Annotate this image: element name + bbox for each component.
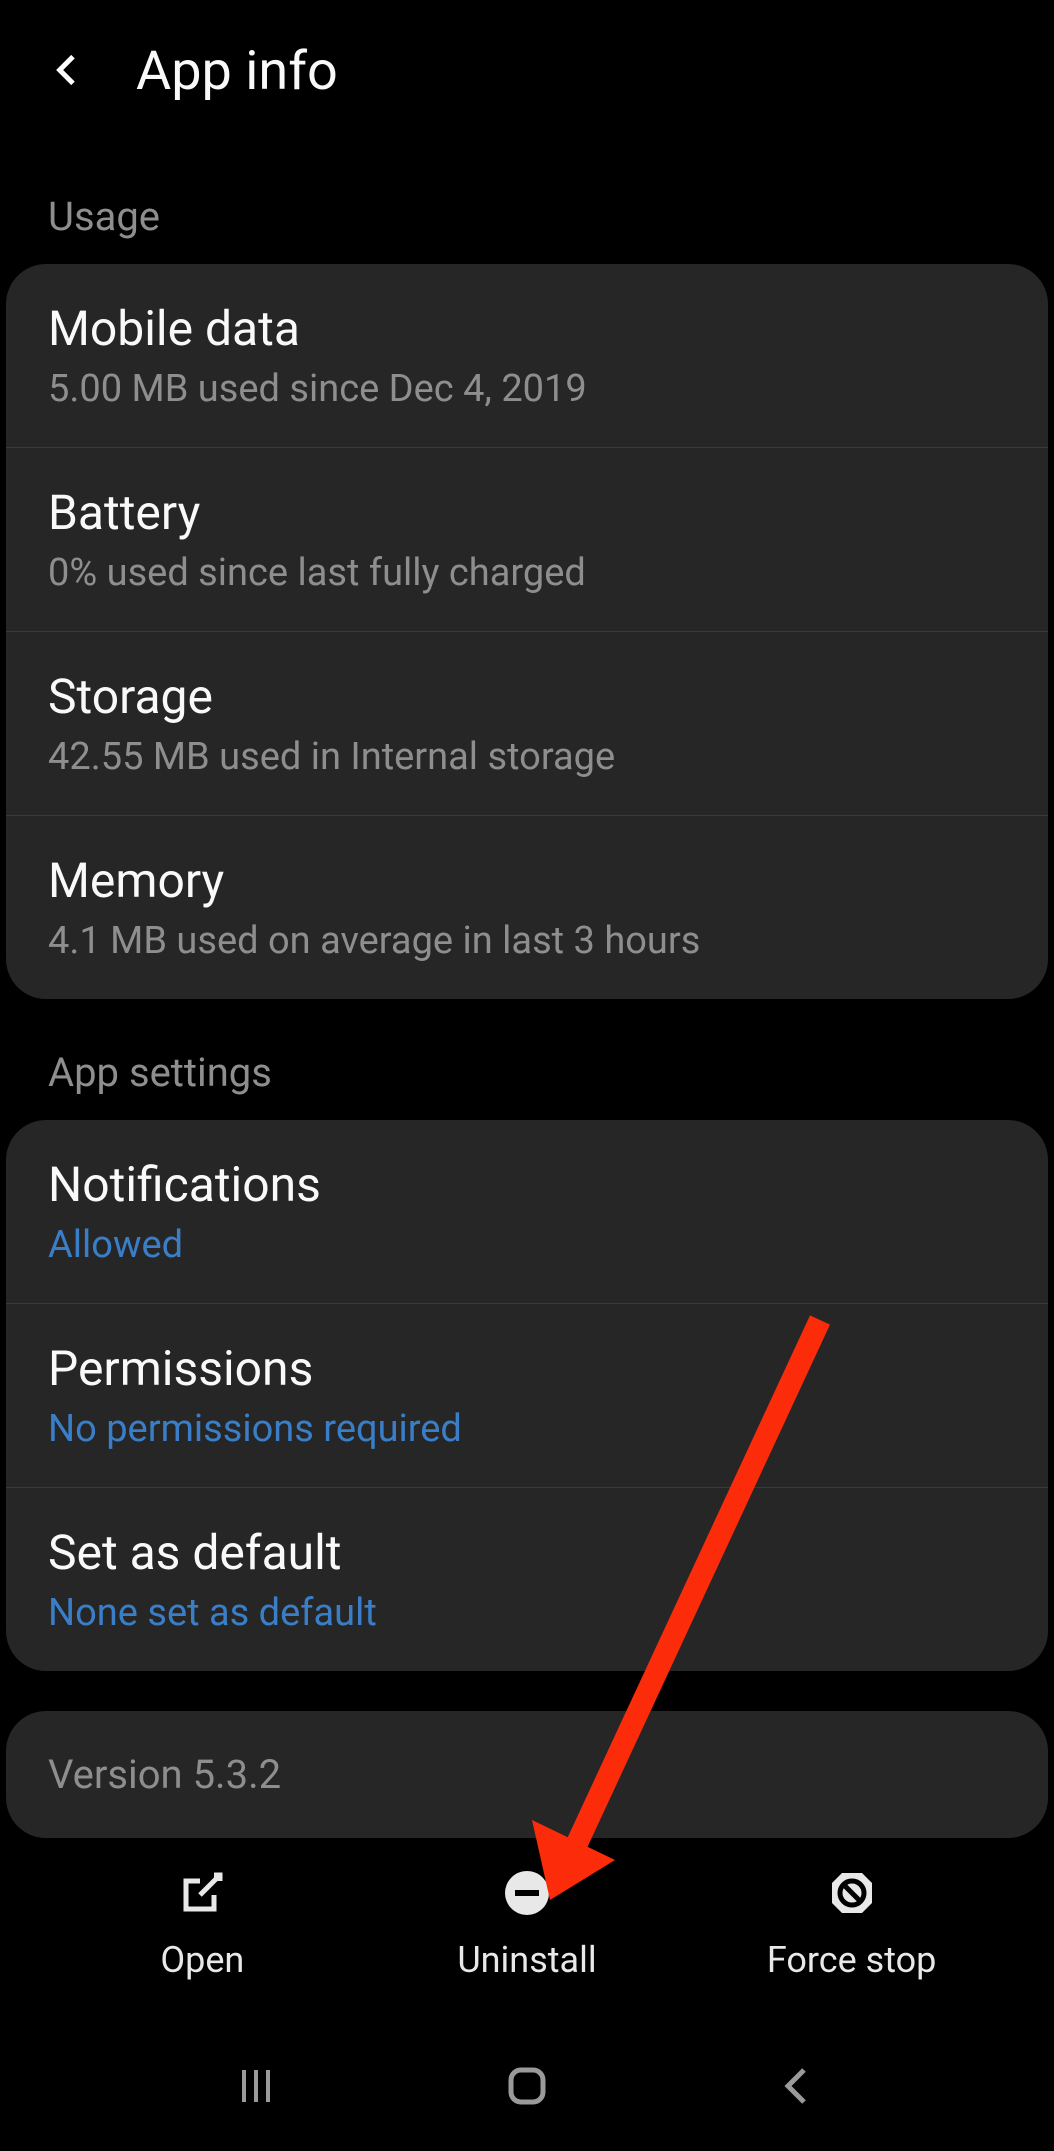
item-subtitle: 42.55 MB used in Internal storage	[48, 735, 1006, 779]
item-subtitle: 4.1 MB used on average in last 3 hours	[48, 919, 1006, 963]
battery-item[interactable]: Battery 0% used since last fully charged	[6, 448, 1048, 632]
item-title: Permissions	[48, 1340, 1006, 1397]
nav-back-icon[interactable]	[768, 2056, 828, 2116]
uninstall-button[interactable]: Uninstall	[387, 1865, 667, 1981]
recents-icon[interactable]	[226, 2056, 286, 2116]
item-title: Set as default	[48, 1524, 1006, 1581]
open-button[interactable]: Open	[62, 1865, 342, 1981]
uninstall-icon	[499, 1865, 555, 1921]
mobile-data-item[interactable]: Mobile data 5.00 MB used since Dec 4, 20…	[6, 264, 1048, 448]
notifications-item[interactable]: Notifications Allowed	[6, 1120, 1048, 1304]
back-icon[interactable]	[48, 50, 88, 94]
item-title: Notifications	[48, 1156, 1006, 1213]
item-subtitle: None set as default	[48, 1591, 1006, 1635]
item-title: Storage	[48, 668, 1006, 725]
action-label: Force stop	[767, 1939, 937, 1981]
item-subtitle: No permissions required	[48, 1407, 1006, 1451]
action-label: Uninstall	[457, 1939, 596, 1981]
item-subtitle: 5.00 MB used since Dec 4, 2019	[48, 367, 1006, 411]
storage-item[interactable]: Storage 42.55 MB used in Internal storag…	[6, 632, 1048, 816]
item-subtitle: 0% used since last fully charged	[48, 551, 1006, 595]
app-settings-card: Notifications Allowed Permissions No per…	[6, 1120, 1048, 1671]
navigation-bar	[0, 2021, 1054, 2151]
permissions-item[interactable]: Permissions No permissions required	[6, 1304, 1048, 1488]
item-title: Memory	[48, 852, 1006, 909]
item-title: Mobile data	[48, 300, 1006, 357]
force-stop-button[interactable]: Force stop	[712, 1865, 992, 1981]
action-label: Open	[160, 1939, 244, 1981]
home-icon[interactable]	[497, 2056, 557, 2116]
item-subtitle: Allowed	[48, 1223, 1006, 1267]
section-label-usage: Usage	[0, 143, 1054, 264]
version-text: Version 5.3.2	[48, 1751, 1006, 1798]
open-icon	[174, 1865, 230, 1921]
force-stop-icon	[824, 1865, 880, 1921]
page-title: App info	[136, 40, 338, 103]
section-label-app-settings: App settings	[0, 999, 1054, 1120]
memory-item[interactable]: Memory 4.1 MB used on average in last 3 …	[6, 816, 1048, 999]
item-title: Battery	[48, 484, 1006, 541]
usage-card: Mobile data 5.00 MB used since Dec 4, 20…	[6, 264, 1048, 999]
set-as-default-item[interactable]: Set as default None set as default	[6, 1488, 1048, 1671]
bottom-actions-bar: Open Uninstall Force stop	[0, 1865, 1054, 1981]
version-card: Version 5.3.2	[6, 1711, 1048, 1838]
